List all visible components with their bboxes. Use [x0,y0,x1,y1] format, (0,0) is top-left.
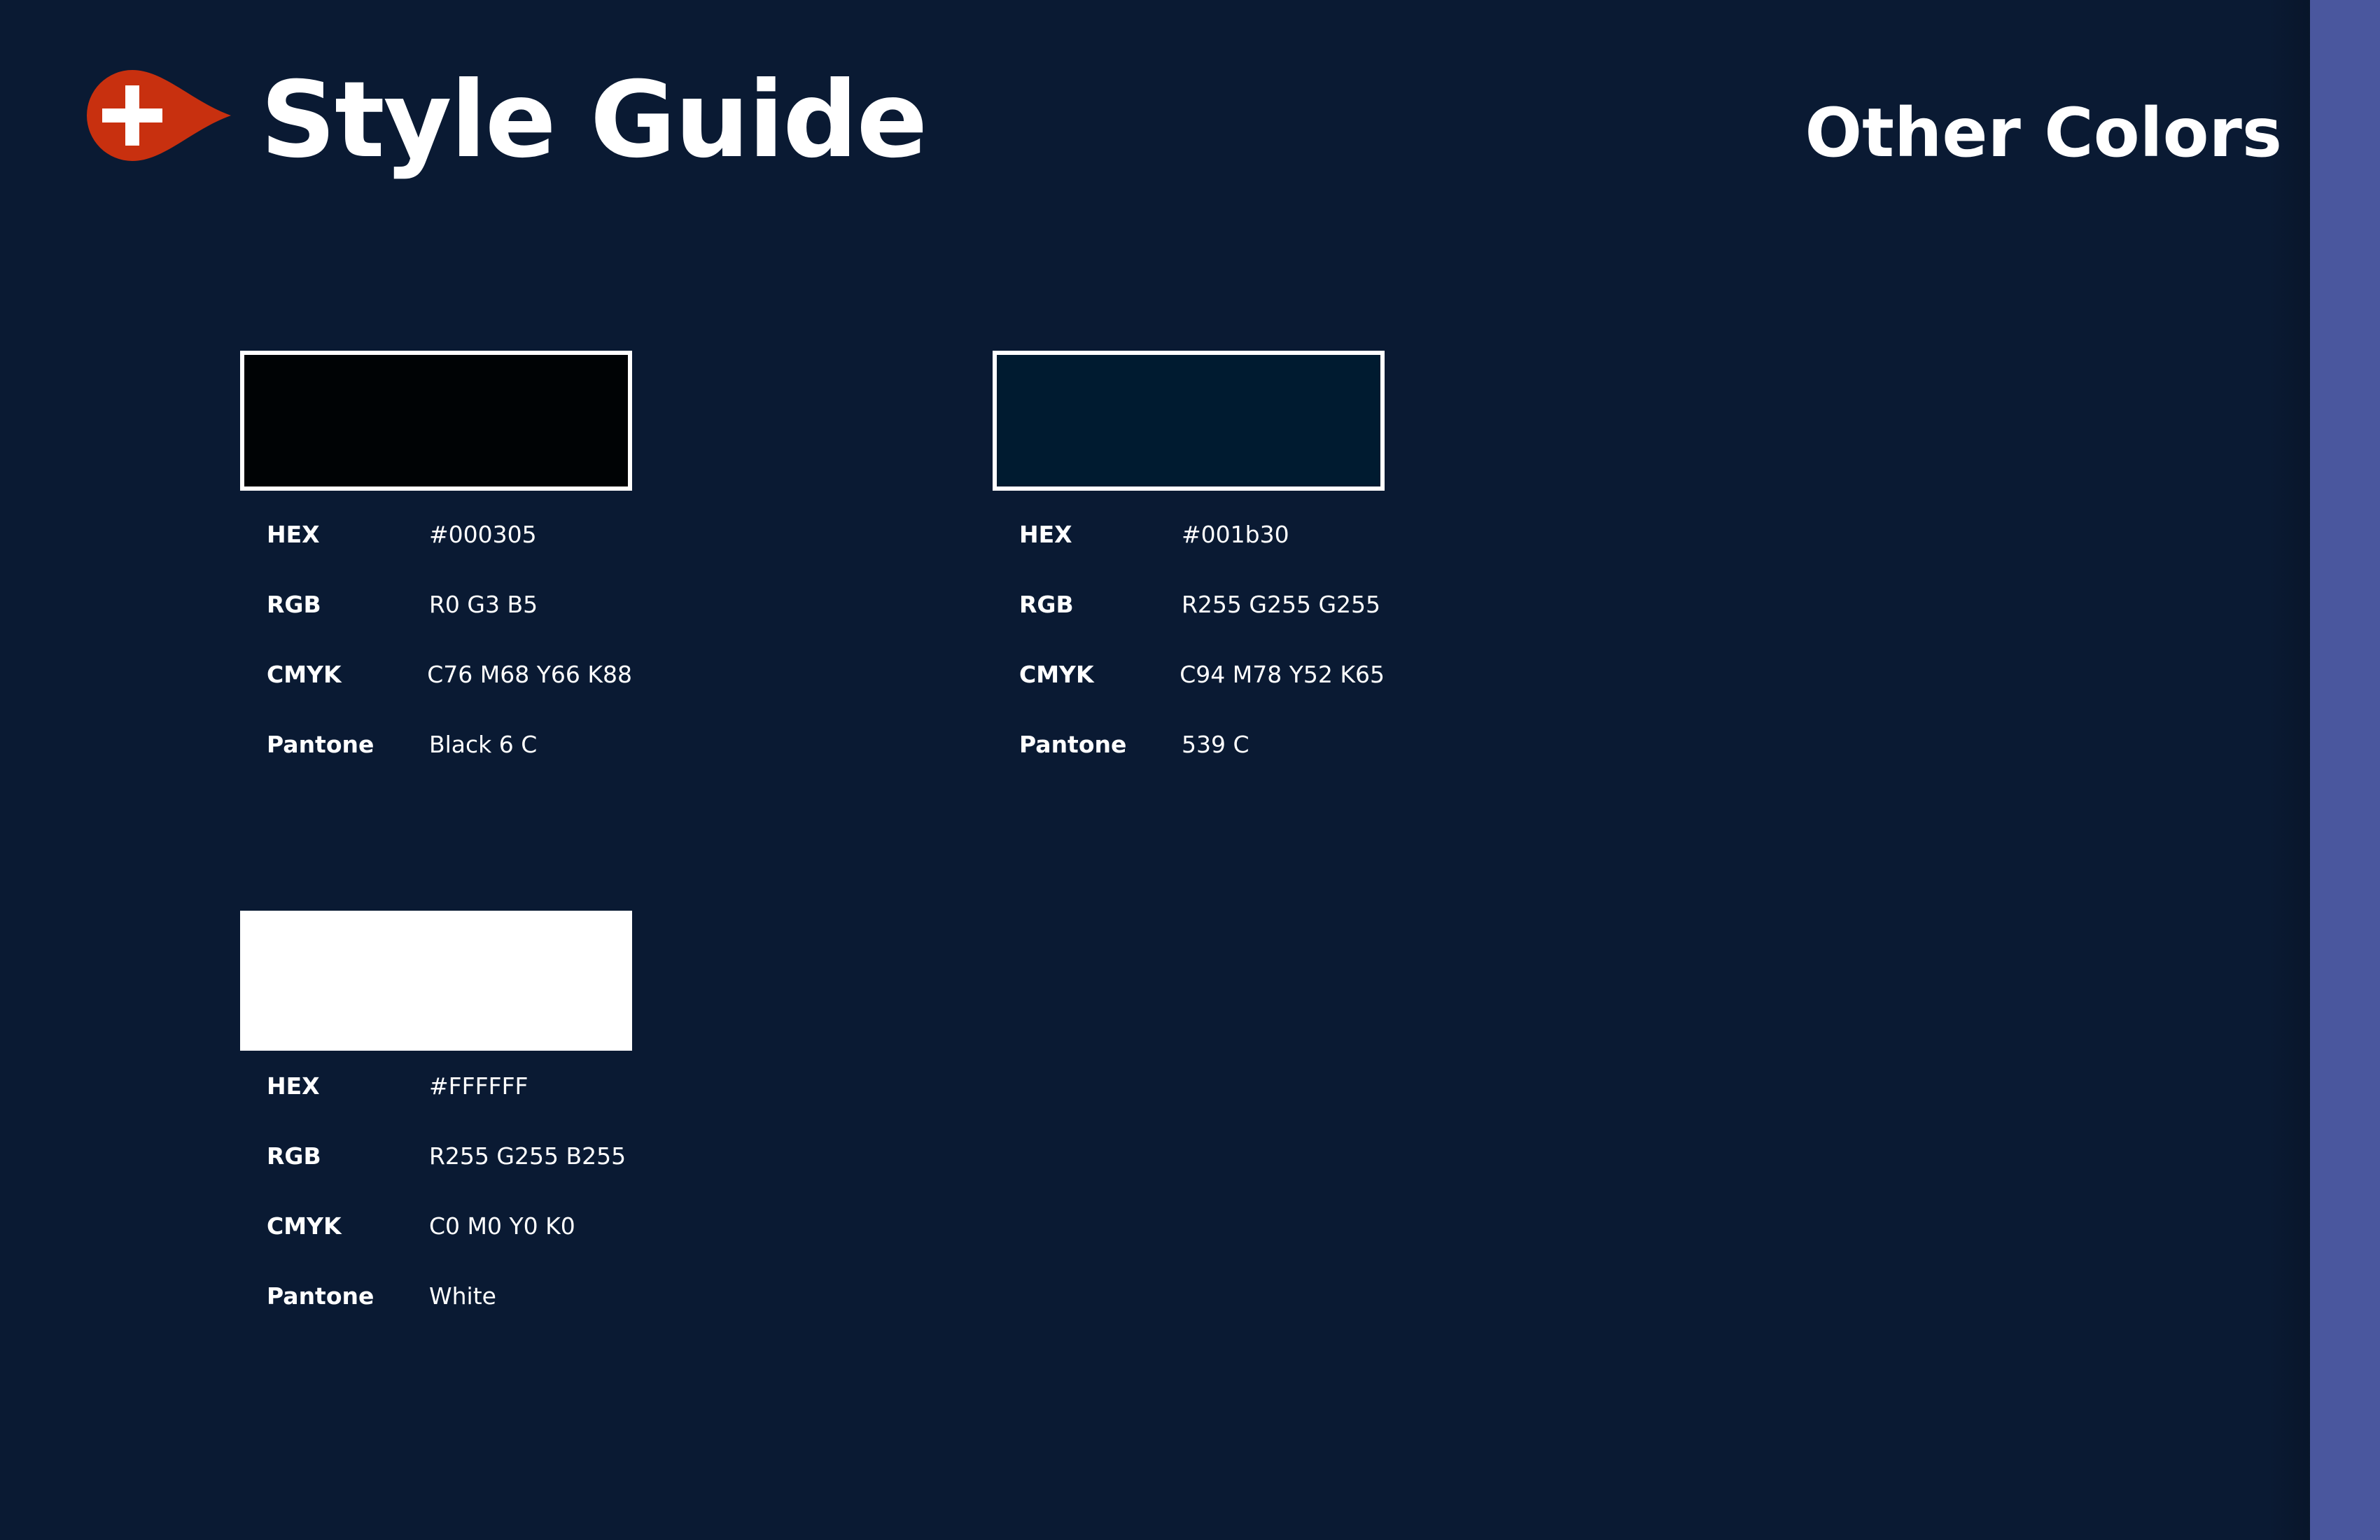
color-card-navy: HEX #001b30 RGB R255 G255 G255 CMYK C94 … [993,351,1385,797]
spec-value: R255 G255 B255 [429,1142,626,1170]
spec-row-pantone: Pantone 539 C [1019,727,1385,797]
spec-row-hex: HEX #000305 [267,517,632,587]
color-spec-table: HEX #FFFFFF RGB R255 G255 B255 CMYK C0 M… [267,1069,632,1349]
spec-value: C76 M68 Y66 K88 [427,661,632,688]
spec-value: #000305 [429,521,537,548]
spec-row-cmyk: CMYK C94 M78 Y52 K65 [1019,657,1385,727]
side-shadow [2268,0,2310,1540]
spec-value: C0 M0 Y0 K0 [429,1212,575,1240]
spec-value: #FFFFFF [429,1072,528,1100]
spec-label: RGB [267,591,321,618]
swiss-cross-pin-icon [87,70,231,161]
spec-label: RGB [267,1142,321,1170]
spec-value: R255 G255 G255 [1182,591,1381,618]
spec-label: CMYK [1019,661,1094,688]
spec-label: HEX [267,521,320,548]
spec-label: CMYK [267,661,342,688]
spec-row-pantone: Pantone Black 6 C [267,727,632,797]
color-swatch [240,351,632,491]
spec-label: Pantone [267,1282,374,1310]
spec-label: Pantone [267,731,374,758]
spec-row-rgb: RGB R0 G3 B5 [267,587,632,657]
spec-value: Black 6 C [429,731,538,758]
spec-value: 539 C [1182,731,1250,758]
color-spec-table: HEX #000305 RGB R0 G3 B5 CMYK C76 M68 Y6… [267,517,632,797]
section-title: Other Colors [1805,94,2282,172]
color-card-white: HEX #FFFFFF RGB R255 G255 B255 CMYK C0 M… [240,911,632,1349]
spec-row-rgb: RGB R255 G255 G255 [1019,587,1385,657]
color-swatch [240,911,632,1051]
page-title: Style Guide [260,59,927,181]
spec-value: C94 M78 Y52 K65 [1180,661,1385,688]
spec-row-pantone: Pantone White [267,1279,632,1349]
spec-row-cmyk: CMYK C0 M0 Y0 K0 [267,1209,632,1279]
spec-label: HEX [1019,521,1072,548]
color-card-black: HEX #000305 RGB R0 G3 B5 CMYK C76 M68 Y6… [240,351,632,797]
spec-value: White [429,1282,496,1310]
spec-row-hex: HEX #001b30 [1019,517,1385,587]
spec-row-hex: HEX #FFFFFF [267,1069,632,1139]
spec-label: RGB [1019,591,1074,618]
side-accent-band [2310,0,2380,1540]
spec-label: HEX [267,1072,320,1100]
spec-value: #001b30 [1182,521,1289,548]
spec-label: CMYK [267,1212,342,1240]
spec-label: Pantone [1019,731,1127,758]
spec-row-cmyk: CMYK C76 M68 Y66 K88 [267,657,632,727]
color-swatch [993,351,1385,491]
spec-value: R0 G3 B5 [429,591,538,618]
color-spec-table: HEX #001b30 RGB R255 G255 G255 CMYK C94 … [1019,517,1385,797]
spec-row-rgb: RGB R255 G255 B255 [267,1139,632,1209]
